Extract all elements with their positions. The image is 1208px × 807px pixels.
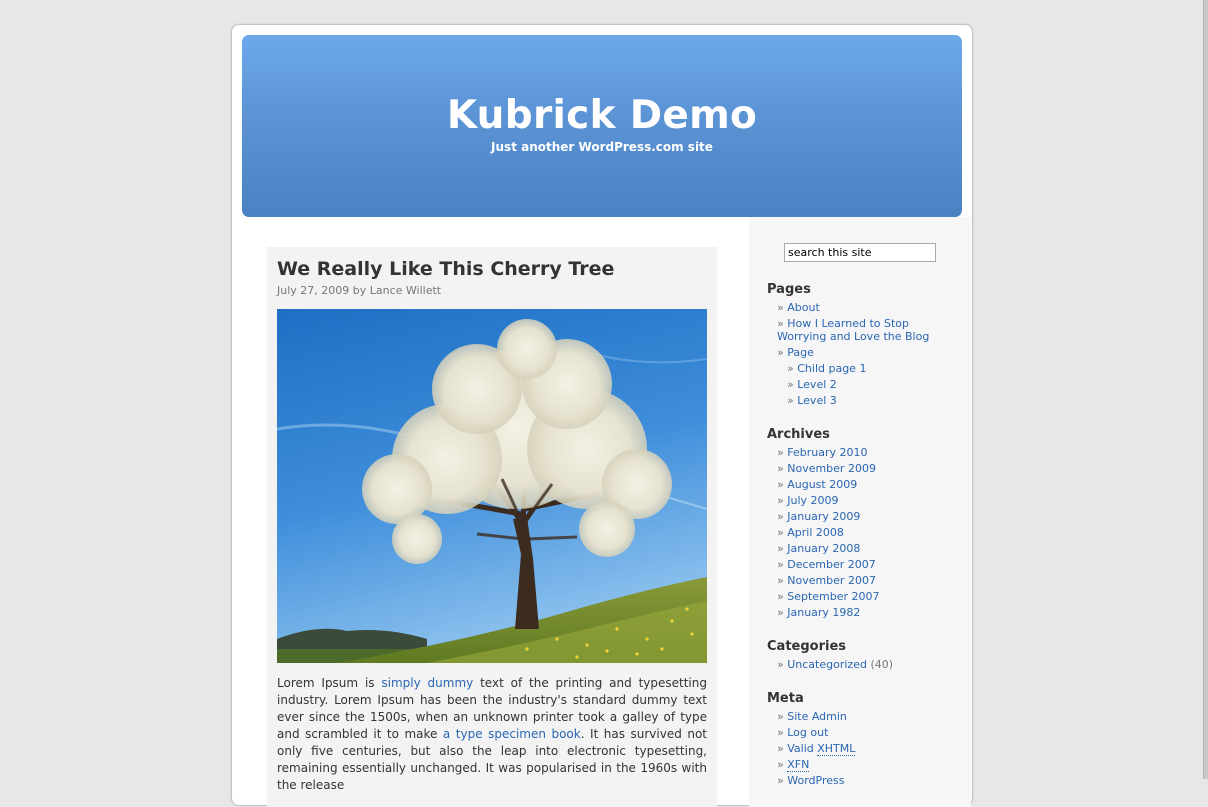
- pages-title: Pages: [767, 282, 811, 297]
- archive-link[interactable]: August 2009: [787, 478, 857, 491]
- window-scrollbar-edge: [1203, 0, 1208, 779]
- xfn-link[interactable]: XFN: [787, 758, 810, 772]
- xfn-abbr: XFN: [787, 758, 810, 772]
- page-link-how-i-learned[interactable]: How I Learned to Stop Worrying and Love …: [777, 317, 929, 343]
- meta-list: » Site Admin » Log out » Valid XHTML » X…: [777, 710, 947, 787]
- archive-link[interactable]: December 2007: [787, 558, 876, 571]
- wordpress-link[interactable]: WordPress: [787, 774, 844, 787]
- archive-link[interactable]: November 2009: [787, 462, 876, 475]
- type-specimen-book-link[interactable]: a type specimen book: [443, 727, 581, 741]
- valid-prefix: Valid: [787, 742, 818, 755]
- archives-title: Archives: [767, 427, 830, 442]
- list-item: » August 2009: [777, 478, 858, 491]
- list-item: » XFN: [777, 758, 810, 772]
- list-item: » January 2009: [777, 510, 861, 523]
- post-meta: July 27, 2009 by Lance Willett: [277, 284, 442, 297]
- categories-widget: Categories » Uncategorized (40): [767, 639, 947, 671]
- valid-xhtml-link[interactable]: Valid XHTML: [787, 742, 856, 756]
- archive-link[interactable]: January 2008: [787, 542, 860, 555]
- xhtml-abbr: XHTML: [817, 742, 856, 756]
- page-link-page[interactable]: Page: [787, 346, 814, 359]
- archives-list: » February 2010 » November 2009 » August…: [777, 446, 947, 619]
- list-item: » Level 3: [787, 394, 837, 407]
- sidebar: Pages » About » How I Learned to Stop Wo…: [767, 243, 947, 790]
- category-link-uncategorized[interactable]: Uncategorized: [787, 658, 867, 671]
- site-header: Kubrick Demo Just another WordPress.com …: [242, 35, 962, 217]
- list-item: » Level 2: [787, 378, 837, 391]
- list-item: » November 2007: [777, 574, 876, 587]
- archive-link[interactable]: September 2007: [787, 590, 879, 603]
- site-admin-link[interactable]: Site Admin: [787, 710, 847, 723]
- subpages-list: » Child page 1 » Level 2 » Level 3: [787, 362, 947, 407]
- list-item: » Child page 1: [787, 362, 867, 375]
- list-item: » Site Admin: [777, 710, 847, 723]
- archive-link[interactable]: February 2010: [787, 446, 867, 459]
- archives-widget: Archives » February 2010 » November 2009…: [767, 427, 947, 619]
- post-title[interactable]: We Really Like This Cherry Tree: [277, 258, 614, 280]
- list-item: » April 2008: [777, 526, 844, 539]
- list-item: » About: [777, 301, 820, 314]
- post: We Really Like This Cherry Tree July 27,…: [267, 247, 717, 807]
- category-count: (40): [870, 658, 894, 671]
- page-link-about[interactable]: About: [787, 301, 820, 314]
- list-item: » Uncategorized (40): [777, 658, 894, 671]
- archive-link[interactable]: April 2008: [787, 526, 844, 539]
- site-title-link[interactable]: Kubrick Demo: [242, 93, 962, 138]
- pages-list: » About » How I Learned to Stop Worrying…: [777, 301, 947, 407]
- list-item: » December 2007: [777, 558, 876, 571]
- log-out-link[interactable]: Log out: [787, 726, 828, 739]
- cherry-tree-image: [277, 309, 707, 663]
- post-image: [277, 309, 707, 663]
- list-item: » January 2008: [777, 542, 861, 555]
- site-description: Just another WordPress.com site: [491, 140, 713, 154]
- list-item: » January 1982: [777, 606, 861, 619]
- page-container: Kubrick Demo Just another WordPress.com …: [231, 24, 973, 807]
- archive-link[interactable]: November 2007: [787, 574, 876, 587]
- meta-widget: Meta » Site Admin » Log out » Valid XHTM…: [767, 691, 947, 787]
- post-content: Lorem Ipsum is simply dummy text of the …: [277, 675, 707, 794]
- archive-link[interactable]: July 2009: [787, 494, 838, 507]
- list-item: » Valid XHTML: [777, 742, 856, 756]
- list-item: » July 2009: [777, 494, 839, 507]
- meta-title: Meta: [767, 691, 804, 706]
- page-link-child-page-1[interactable]: Child page 1: [797, 362, 866, 375]
- list-item: » November 2009: [777, 462, 876, 475]
- archive-link[interactable]: January 2009: [787, 510, 860, 523]
- list-item: » February 2010: [777, 446, 868, 459]
- search-input[interactable]: [784, 243, 936, 262]
- list-item: » September 2007: [777, 590, 880, 603]
- archive-link[interactable]: January 1982: [787, 606, 860, 619]
- list-item: » WordPress: [777, 774, 845, 787]
- page-link-level-3[interactable]: Level 3: [797, 394, 837, 407]
- categories-list: » Uncategorized (40): [777, 658, 947, 671]
- list-item: » Log out: [777, 726, 829, 739]
- categories-title: Categories: [767, 639, 847, 654]
- list-item: » How I Learned to Stop Worrying and Lov…: [777, 317, 930, 343]
- pages-widget: Pages » About » How I Learned to Stop Wo…: [767, 282, 947, 407]
- list-item: » Page » Child page 1 » Level 2 » Level …: [777, 346, 947, 407]
- simply-dummy-link[interactable]: simply dummy: [381, 676, 473, 690]
- post-text-1: Lorem Ipsum is: [277, 676, 382, 690]
- page-link-level-2[interactable]: Level 2: [797, 378, 837, 391]
